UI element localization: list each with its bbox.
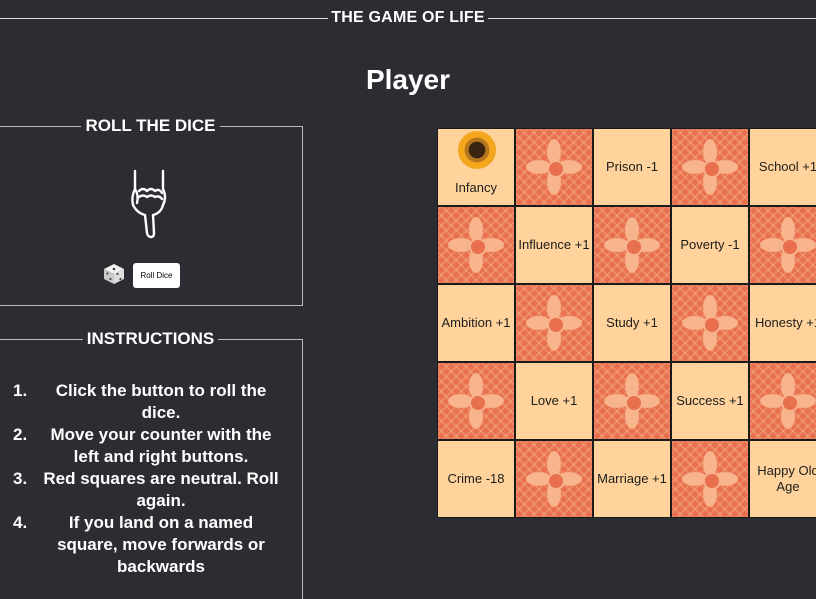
title-divider-left xyxy=(0,17,329,19)
instructions-list: 1. Click the button to roll the dice. 2. M… xyxy=(13,380,281,578)
instruction-item: 1. Click the button to roll the dice. xyxy=(13,380,281,424)
dice-icon xyxy=(104,264,124,284)
roll-dice-heading: ROLL THE DICE xyxy=(81,115,220,137)
board-square-label: Success +1 xyxy=(676,393,744,408)
neutral-square xyxy=(515,440,593,518)
instruction-text: Red squares are neutral. Roll again. xyxy=(43,469,279,510)
neutral-square xyxy=(593,206,671,284)
instructions-heading: INSTRUCTIONS xyxy=(82,328,219,350)
neutral-square xyxy=(515,284,593,362)
game-title: THE GAME OF LIFE xyxy=(331,9,485,26)
title-bar: THE GAME OF LIFE xyxy=(0,7,816,29)
board-square-label: School +1 xyxy=(758,159,816,174)
board-square-label: Love +1 xyxy=(530,393,578,408)
instruction-text: Move your counter with the left and righ… xyxy=(50,425,272,466)
game-board: Infancy Prison -1 School +1 Influence +1 Pov… xyxy=(437,128,816,518)
neutral-square xyxy=(671,440,749,518)
board-square-label: Study +1 xyxy=(606,315,658,330)
neutral-square xyxy=(671,284,749,362)
board-square: Marriage +1 xyxy=(593,440,671,518)
neutral-square xyxy=(437,206,515,284)
instruction-number: 3. xyxy=(13,469,28,488)
hand-pointing-down-icon xyxy=(131,169,167,239)
neutral-square xyxy=(593,362,671,440)
board-square: Influence +1 xyxy=(515,206,593,284)
board-square-label: Honesty +1 xyxy=(754,315,816,330)
board-square: Study +1 xyxy=(593,284,671,362)
board-square-label: Ambition +1 xyxy=(441,315,511,330)
player-title: Player xyxy=(365,64,451,95)
board-square: Honesty +1 xyxy=(749,284,816,362)
board-square: Success +1 xyxy=(671,362,749,440)
instructions-panel: INSTRUCTIONS 1. Click the button to roll … xyxy=(0,328,303,599)
board-square-label: Infancy xyxy=(455,180,497,195)
neutral-square xyxy=(749,206,816,284)
roll-dice-button[interactable]: Roll Dice xyxy=(133,263,180,288)
board-square: Infancy xyxy=(437,128,515,206)
sunflower-counter-icon[interactable] xyxy=(458,131,496,169)
title-divider-right xyxy=(487,17,816,19)
roll-dice-panel: ROLL THE DICE Roll Dice xyxy=(0,115,303,306)
board-square-label: Marriage +1 xyxy=(597,471,667,486)
instruction-item: 4. If you land on a named square, move fo… xyxy=(13,512,281,578)
board-square-label: Poverty -1 xyxy=(680,237,740,252)
instruction-text: Click the button to roll the dice. xyxy=(55,381,267,422)
board-square: School +1 xyxy=(749,128,816,206)
board-square: Poverty -1 xyxy=(671,206,749,284)
instruction-item: 2. Move your counter with the left and ri… xyxy=(13,424,281,468)
instruction-number: 2. xyxy=(13,425,28,444)
neutral-square xyxy=(749,362,816,440)
instruction-text: If you land on a named square, move forw… xyxy=(57,513,265,576)
neutral-square xyxy=(671,128,749,206)
board-square: Crime -18 xyxy=(437,440,515,518)
instruction-number: 1. xyxy=(13,381,28,400)
board-square: Happy Old Age xyxy=(749,440,816,518)
board-square-label: Happy Old Age xyxy=(757,463,816,494)
instruction-number: 4. xyxy=(13,513,28,532)
instruction-item: 3. Red squares are neutral. Roll again. xyxy=(13,468,281,512)
board-square-label: Influence +1 xyxy=(518,237,590,252)
board-square-label: Prison -1 xyxy=(605,159,659,174)
board-square: Prison -1 xyxy=(593,128,671,206)
neutral-square xyxy=(437,362,515,440)
board-square: Ambition +1 xyxy=(437,284,515,362)
board-square-label: Crime -18 xyxy=(447,471,505,486)
board-square: Love +1 xyxy=(515,362,593,440)
neutral-square xyxy=(515,128,593,206)
